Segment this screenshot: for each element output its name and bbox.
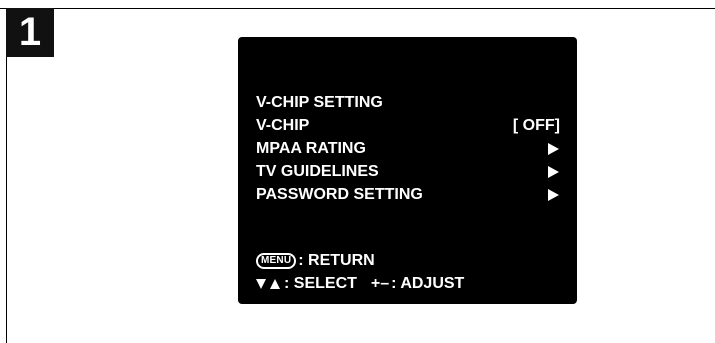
- frame-top-line: [0, 8, 715, 9]
- menu-item-vchip[interactable]: V-CHIP [ OFF]: [256, 114, 560, 137]
- step-number-badge: 1: [6, 8, 54, 57]
- step-number: 1: [18, 10, 42, 54]
- plus-minus-icon: +–: [370, 275, 390, 292]
- vchip-menu: V-CHIP SETTING V-CHIP [ OFF] MPAA RATING…: [256, 91, 560, 206]
- menu-footer: MENU : RETURN : SELECT +– : ADJUST: [256, 249, 566, 295]
- menu-item-label: PASSWORD SETTING: [256, 186, 423, 203]
- adjust-hint-text: : ADJUST: [391, 275, 465, 292]
- down-triangle-icon: [256, 278, 266, 289]
- footer-return-hint: MENU : RETURN: [256, 249, 566, 272]
- tv-screen: V-CHIP SETTING V-CHIP [ OFF] MPAA RATING…: [238, 37, 577, 304]
- frame-left-line: [6, 8, 7, 343]
- return-hint-text: : RETURN: [298, 252, 375, 269]
- menu-button-icon: MENU: [256, 252, 297, 269]
- right-triangle-icon: [548, 188, 559, 201]
- right-triangle-icon: [548, 165, 559, 178]
- up-triangle-icon: [270, 278, 280, 289]
- menu-item-label: TV GUIDELINES: [256, 163, 379, 180]
- select-hint-text: : SELECT: [284, 275, 357, 292]
- adjust-hint: +– : ADJUST: [371, 272, 464, 295]
- right-triangle-icon: [548, 142, 559, 155]
- footer-select-adjust-hint: : SELECT +– : ADJUST: [256, 272, 566, 295]
- menu-item-mpaa-rating[interactable]: MPAA RATING: [256, 137, 560, 160]
- menu-title: V-CHIP SETTING: [256, 91, 560, 114]
- menu-item-password-setting[interactable]: PASSWORD SETTING: [256, 183, 560, 206]
- menu-item-value: [ OFF]: [512, 117, 560, 134]
- menu-item-label: MPAA RATING: [256, 140, 366, 157]
- menu-item-label: V-CHIP: [256, 117, 310, 134]
- menu-title-label: V-CHIP SETTING: [256, 94, 383, 111]
- menu-item-tv-guidelines[interactable]: TV GUIDELINES: [256, 160, 560, 183]
